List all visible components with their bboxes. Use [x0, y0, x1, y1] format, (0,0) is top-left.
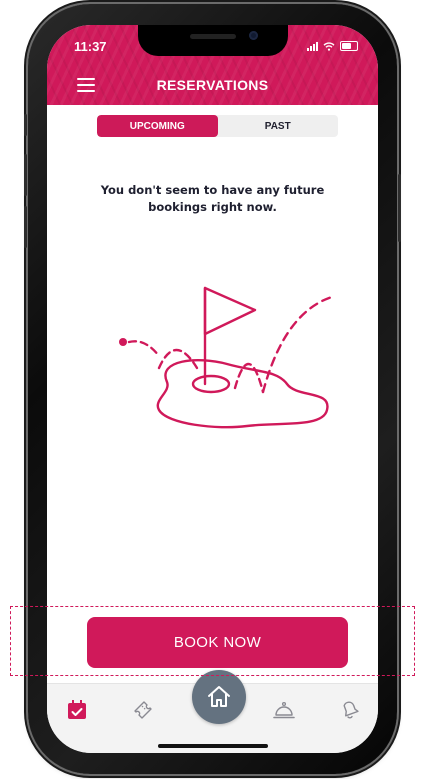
- speaker-grille: [190, 34, 236, 39]
- tab-past[interactable]: PAST: [218, 115, 339, 137]
- golf-flag-hole-illustration: [119, 286, 337, 429]
- reservations-tab-switcher: UPCOMING PAST: [97, 115, 338, 137]
- calendar-check-icon[interactable]: [65, 698, 89, 722]
- mute-switch: [24, 114, 27, 136]
- cellular-signal-icon: [307, 42, 318, 51]
- book-now-button[interactable]: BOOK NOW: [87, 617, 348, 668]
- front-camera: [249, 31, 258, 40]
- volume-up-button: [24, 154, 27, 196]
- service-bell-icon[interactable]: [272, 698, 296, 722]
- phone-screen: 11:37 RESERVATIONS UPCOMING PAST You don…: [47, 25, 378, 753]
- wifi-icon: [323, 42, 335, 51]
- power-button: [398, 174, 401, 242]
- bottom-nav-bar: [47, 670, 378, 753]
- home-indicator: [158, 744, 268, 748]
- tab-upcoming[interactable]: UPCOMING: [97, 115, 218, 137]
- ticket-icon[interactable]: [131, 698, 155, 722]
- page-title: RESERVATIONS: [156, 77, 269, 93]
- device-stage: 11:37 RESERVATIONS UPCOMING PAST You don…: [0, 0, 425, 779]
- home-button[interactable]: [192, 670, 246, 724]
- volume-down-button: [24, 206, 27, 248]
- status-time: 11:37: [74, 39, 107, 54]
- status-icons: [307, 41, 358, 51]
- home-icon: [208, 686, 230, 707]
- empty-state-message: You don't seem to have any future bookin…: [100, 183, 325, 214]
- battery-icon: [340, 41, 358, 51]
- notification-bell-icon[interactable]: [338, 698, 362, 722]
- phone-notch: [138, 25, 288, 56]
